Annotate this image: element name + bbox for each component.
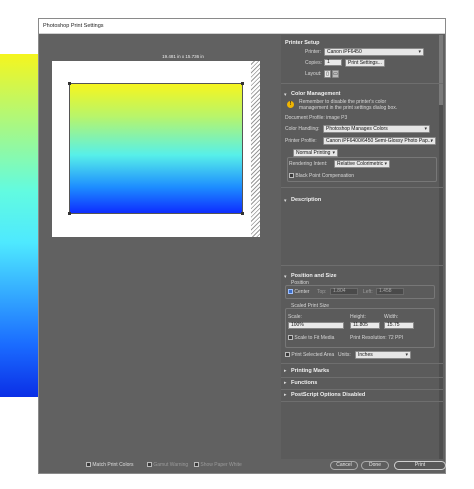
divider [281,187,443,188]
left-input: 1.458 [376,288,404,295]
gamut-warning-checkbox [147,462,152,468]
copies-label: Copies: [305,60,322,66]
collapse-triangle-icon[interactable]: ▾ [284,92,287,98]
bottom-bar: Match Print Colors Gamut Warning Show Pa… [41,459,446,473]
scale-to-fit-checkbox[interactable] [288,335,293,341]
print-selected-area-checkbox[interactable] [285,352,290,358]
print-settings-dialog: Photoshop Print Settings 19.481 in x 15.… [38,18,446,474]
printer-profile-label: Printer Profile: [285,138,317,144]
color-management-heading: Color Management [291,91,341,97]
left-label: Left: [363,289,373,295]
scale-to-fit-option[interactable]: Scale to Fit Media [288,335,334,341]
cancel-button[interactable]: Cancel [330,461,358,470]
top-input: 1.804 [330,288,358,295]
scrollbar-thumb[interactable] [439,35,443,105]
rendering-group [287,157,437,182]
printer-select[interactable]: Canon iPF6450 [324,48,424,56]
center-option[interactable]: Center [288,289,309,295]
divider [281,389,443,390]
divider [281,401,443,402]
units-select[interactable]: Inches [355,351,411,359]
resize-handle[interactable] [241,212,244,215]
scale-label: Scale: [288,314,302,320]
print-selected-area-option[interactable]: Print Selected Area [285,352,334,358]
print-settings-button[interactable]: Print Settings... [345,59,385,67]
show-paper-white-checkbox [194,462,199,468]
match-print-colors-label: Match Print Colors [92,462,134,468]
warning-icon: ! [287,101,294,108]
units-label: Units: [338,352,351,358]
divider [281,83,443,84]
collapse-triangle-icon[interactable]: ▾ [284,198,287,204]
printer-profile-select[interactable]: Canon iPF6400/6450 Semi-Glossy Photo Pap… [323,137,436,145]
position-size-heading: Position and Size [291,273,337,279]
divider [281,377,443,378]
match-print-colors-checkbox[interactable] [86,462,91,468]
image-preview[interactable] [68,82,244,215]
layout-label: Layout: [305,71,322,77]
expand-triangle-icon[interactable]: ▸ [284,380,287,386]
gamut-warning-option: Gamut Warning [147,462,188,468]
unprintable-margin [251,61,260,237]
portrait-layout-icon[interactable]: ▯ [324,70,331,78]
height-label: Height: [350,314,366,320]
expand-triangle-icon[interactable]: ▸ [284,368,287,374]
done-button[interactable]: Done [361,461,389,470]
center-label: Center [294,289,310,295]
functions-heading[interactable]: Functions [291,380,317,386]
width-label: Width: [384,314,399,320]
description-heading: Description [291,197,322,203]
top-label: Top: [317,289,327,295]
color-handling-select[interactable]: Photoshop Manages Colors [323,125,430,133]
match-print-colors-option[interactable]: Match Print Colors [86,462,134,468]
height-input[interactable]: 11.805 [350,322,380,329]
width-input[interactable]: 15.75 [384,322,414,329]
print-button[interactable]: Print [394,461,446,470]
divider [281,363,443,364]
paper-preview [52,61,260,237]
color-handling-label: Color Handling: [285,126,320,132]
window-title: Photoshop Print Settings [43,23,104,29]
resize-handle[interactable] [68,212,71,215]
printing-mode-select[interactable]: Normal Printing [293,149,338,157]
show-paper-white-label: Show Paper White [200,462,242,468]
scale-to-fit-label: Scale to Fit Media [294,335,335,341]
panel-scrollbar[interactable] [439,35,443,459]
printing-marks-heading[interactable]: Printing Marks [291,368,329,374]
postscript-heading[interactable]: PostScript Options Disabled [291,392,365,398]
printer-setup-heading: Printer Setup [285,40,320,46]
color-warning-text-2: management in the print settings dialog … [299,105,398,111]
print-preview-area: 19.481 in x 15.736 in [41,35,281,459]
gamut-warning-label: Gamut Warning [153,462,189,468]
printer-label: Printer: [305,49,322,55]
background-image-strip [0,54,38,397]
resize-handle[interactable] [68,82,71,85]
copies-input[interactable]: 1 [324,59,342,66]
title-bar: Photoshop Print Settings [39,19,445,34]
paper-dimensions-label: 19.481 in x 15.736 in [162,54,204,59]
show-paper-white-option: Show Paper White [194,462,242,468]
expand-triangle-icon[interactable]: ▸ [284,392,287,398]
divider [281,265,443,266]
scale-input[interactable]: 100% [288,322,344,329]
resize-handle[interactable] [241,82,244,85]
landscape-layout-icon[interactable]: ▭ [332,70,339,78]
collapse-triangle-icon[interactable]: ▾ [284,274,287,280]
document-profile: Document Profile: image P3 [285,115,348,121]
settings-panel: Printer Setup Printer: Canon iPF6450 Cop… [281,35,443,459]
center-checkbox[interactable] [288,289,293,295]
print-selected-area-label: Print Selected Area [291,352,335,358]
print-resolution: Print Resolution: 72 PPI [350,335,404,341]
